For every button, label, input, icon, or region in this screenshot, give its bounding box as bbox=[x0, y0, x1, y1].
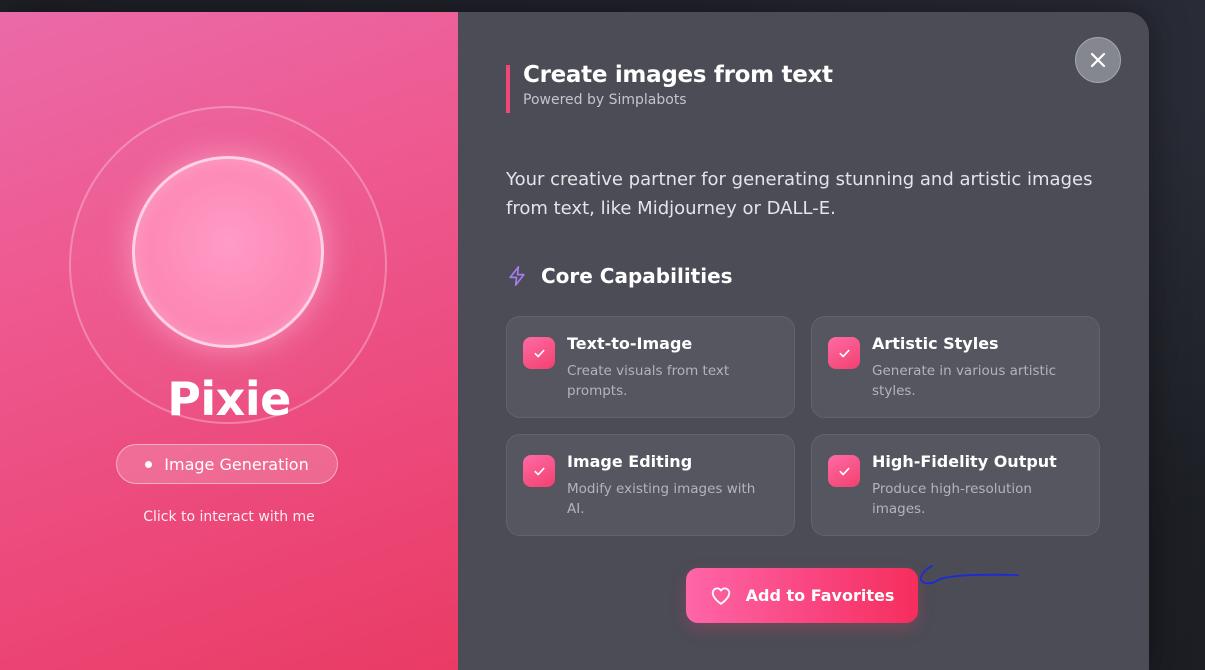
checkbox-checked bbox=[828, 455, 860, 487]
close-button[interactable] bbox=[1075, 37, 1121, 83]
capability-description: Produce high-resolution images. bbox=[872, 481, 1032, 517]
interact-hint: Click to interact with me bbox=[143, 509, 315, 525]
favorite-label: Add to Favorites bbox=[745, 586, 895, 605]
category-label: Image Generation bbox=[164, 454, 309, 474]
checkmark-icon bbox=[533, 349, 545, 357]
bot-description: Your creative partner for generating stu… bbox=[506, 169, 1093, 219]
arrow-annotation-icon bbox=[919, 565, 1019, 585]
close-icon bbox=[1090, 52, 1106, 68]
capability-description: Modify existing images with AI. bbox=[567, 481, 756, 517]
capabilities-header: Core Capabilities bbox=[506, 264, 733, 288]
add-to-favorites-button[interactable]: Add to Favorites bbox=[686, 568, 918, 623]
header-block: Create images from text Powered by Simpl… bbox=[506, 62, 833, 113]
capability-title: High-Fidelity Output bbox=[872, 452, 1057, 471]
lightning-bolt-icon bbox=[509, 266, 525, 286]
capability-card: Image Editing Modify existing images wit… bbox=[506, 434, 795, 536]
checkbox-checked bbox=[523, 455, 555, 487]
bot-avatar-orb[interactable] bbox=[132, 156, 324, 348]
category-badge: Image Generation bbox=[116, 444, 338, 484]
page-subtitle: Powered by Simplabots bbox=[523, 92, 687, 108]
checkbox-checked bbox=[523, 337, 555, 369]
checkmark-icon bbox=[838, 467, 850, 475]
capability-description: Generate in various artistic styles. bbox=[872, 363, 1057, 399]
capability-card: Text-to-Image Create visuals from text p… bbox=[506, 316, 795, 418]
bot-avatar-panel[interactable]: Pixie Image Generation Click to interact… bbox=[0, 12, 458, 670]
bot-name: Pixie bbox=[167, 372, 291, 426]
page-title: Create images from text bbox=[523, 62, 833, 88]
capability-description: Create visuals from text prompts. bbox=[567, 363, 730, 399]
capability-card: Artistic Styles Generate in various arti… bbox=[811, 316, 1100, 418]
checkbox-checked bbox=[828, 337, 860, 369]
capability-title: Image Editing bbox=[567, 452, 693, 471]
heart-icon bbox=[711, 586, 730, 605]
checkmark-icon bbox=[838, 349, 850, 357]
capability-card: High-Fidelity Output Produce high-resolu… bbox=[811, 434, 1100, 536]
capability-title: Text-to-Image bbox=[567, 334, 693, 353]
capabilities-title: Core Capabilities bbox=[541, 264, 733, 288]
bot-info-panel: Create images from text Powered by Simpl… bbox=[458, 12, 1149, 670]
capability-title: Artistic Styles bbox=[872, 334, 999, 353]
checkmark-icon bbox=[533, 467, 545, 475]
status-dot-icon bbox=[145, 460, 153, 468]
